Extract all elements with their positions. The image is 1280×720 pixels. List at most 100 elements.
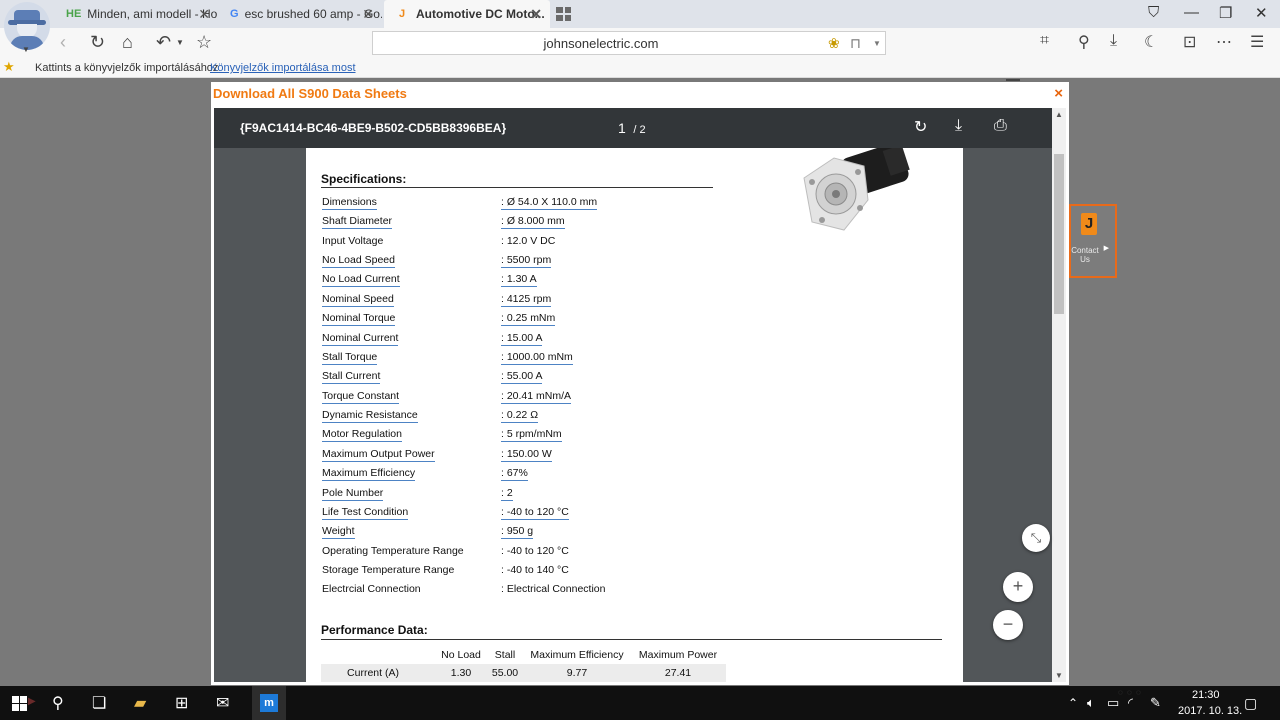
- pen-icon[interactable]: ✎: [1150, 695, 1161, 711]
- spec-value[interactable]: : Ø 8.000 mm: [501, 215, 565, 230]
- spec-label[interactable]: Dimensions: [322, 196, 377, 210]
- tab-close-icon[interactable]: ✕: [530, 6, 542, 23]
- scroll-up-icon[interactable]: ▲: [1055, 110, 1063, 119]
- mail-icon[interactable]: ✉: [216, 693, 229, 713]
- url-field[interactable]: johnsonelectric.com ❀ ⊓ ▼: [372, 31, 886, 55]
- spec-value[interactable]: : 55.00 A: [501, 370, 543, 385]
- zoom-out-icon[interactable]: −: [993, 610, 1023, 640]
- extensions-icon[interactable]: ⊡: [1183, 32, 1196, 52]
- spec-value: : 12.0 V DC: [501, 234, 556, 247]
- spec-label[interactable]: Nominal Torque: [322, 312, 396, 327]
- spec-label[interactable]: Maximum Efficiency: [322, 467, 416, 482]
- tab-automotive-dc-motors[interactable]: J Automotive DC Moto... ✕: [384, 0, 550, 28]
- home-icon[interactable]: ⌂: [122, 32, 133, 53]
- viewer-scrollbar[interactable]: ▲ ▼: [1052, 108, 1066, 682]
- scroll-thumb[interactable]: [1054, 154, 1064, 314]
- screenshot-icon[interactable]: ⌗: [1040, 32, 1049, 50]
- print-icon[interactable]: ⎙: [994, 117, 1007, 135]
- spec-label[interactable]: Pole Number: [322, 487, 384, 501]
- cortana-search-icon[interactable]: ⚲: [52, 693, 64, 713]
- spec-label[interactable]: Stall Current: [322, 370, 381, 385]
- fit-page-icon[interactable]: ⤡: [1022, 524, 1050, 552]
- spec-value[interactable]: : 2: [501, 487, 513, 501]
- avatar-caret-icon[interactable]: ▼: [22, 45, 30, 54]
- tray-expand-icon[interactable]: ⌃: [1068, 696, 1078, 710]
- spec-label[interactable]: Stall Torque: [322, 351, 378, 365]
- reading-view-icon[interactable]: ⛉: [1148, 4, 1159, 21]
- battery-icon[interactable]: ▭: [1107, 695, 1119, 711]
- spec-value[interactable]: : 5500 rpm: [501, 254, 552, 269]
- maximize-icon[interactable]: ❐: [1219, 4, 1232, 22]
- undo-icon[interactable]: ↶: [156, 32, 171, 53]
- file-explorer-icon[interactable]: ▰: [134, 693, 146, 713]
- performance-column-header: Maximum Power: [638, 649, 718, 661]
- favorite-star-icon[interactable]: ☆: [196, 32, 212, 53]
- wifi-icon[interactable]: ◜: [1128, 695, 1133, 711]
- windows-start-icon[interactable]: [12, 696, 27, 711]
- search-icon[interactable]: ⚲: [1078, 32, 1090, 52]
- url-dropdown-icon[interactable]: ▼: [873, 39, 881, 48]
- volume-icon[interactable]: 🔈︎: [1087, 695, 1095, 711]
- modal-title[interactable]: Download All S900 Data Sheets: [213, 86, 407, 101]
- spec-value[interactable]: : 67%: [501, 467, 528, 482]
- spec-label[interactable]: Weight: [322, 525, 355, 540]
- download-icon[interactable]: ⤓: [1110, 32, 1117, 50]
- bee-icon[interactable]: ❀: [828, 35, 840, 52]
- rotate-icon[interactable]: ↻: [914, 117, 927, 137]
- undo-caret-icon[interactable]: ▼: [176, 38, 184, 47]
- spec-value[interactable]: : 0.25 mNm: [501, 312, 556, 327]
- night-mode-icon[interactable]: ☾: [1144, 32, 1158, 52]
- user-avatar[interactable]: [4, 2, 50, 50]
- reader-mode-icon[interactable]: ⊓: [850, 35, 861, 52]
- spec-label[interactable]: Dynamic Resistance: [322, 409, 418, 424]
- bookmarks-import-link[interactable]: Könyvjelzők importálása most: [210, 62, 356, 74]
- spec-label[interactable]: Shaft Diameter: [322, 215, 393, 230]
- pdf-download-icon[interactable]: ⤓: [955, 117, 962, 135]
- reload-icon[interactable]: ↻: [90, 32, 105, 53]
- spec-value[interactable]: : 20.41 mNm/A: [501, 390, 572, 404]
- spec-label[interactable]: Maximum Output Power: [322, 448, 435, 462]
- spec-value[interactable]: : 0.22 Ω: [501, 409, 539, 424]
- more-icon[interactable]: ⋯: [1216, 32, 1232, 52]
- spec-value[interactable]: : 5 rpm/mNm: [501, 428, 562, 443]
- spec-value[interactable]: : -40 to 120 °C: [501, 506, 569, 520]
- spec-value: : -40 to 120 °C: [501, 544, 569, 557]
- zoom-in-icon[interactable]: +: [1003, 572, 1033, 602]
- spec-label[interactable]: Nominal Current: [322, 332, 399, 346]
- spec-label[interactable]: No Load Speed: [322, 254, 395, 269]
- tab-close-icon[interactable]: ✕: [198, 6, 210, 23]
- tab-overview-icon[interactable]: [556, 7, 571, 21]
- spec-value[interactable]: : 150.00 W: [501, 448, 552, 462]
- menu-icon[interactable]: ☰: [1250, 32, 1264, 52]
- contact-us-label: Contact Us: [1071, 246, 1099, 264]
- maxthon-browser-taskbar-button[interactable]: m: [252, 686, 286, 720]
- spec-value[interactable]: : 1000.00 mNm: [501, 351, 573, 365]
- spec-value[interactable]: : 15.00 A: [501, 332, 543, 346]
- store-icon[interactable]: ⊞: [175, 693, 188, 713]
- current-page[interactable]: 1: [618, 120, 626, 136]
- task-view-icon[interactable]: ❏: [92, 693, 106, 713]
- tab-close-icon[interactable]: ✕: [362, 6, 374, 23]
- tab-minden-ami-modell[interactable]: HE Minden, ami modell - Ho... ✕: [58, 0, 218, 28]
- scroll-down-icon[interactable]: ▼: [1055, 671, 1063, 680]
- clock-date[interactable]: 2017. 10. 13.: [1178, 705, 1242, 717]
- spec-value[interactable]: : 950 g: [501, 525, 534, 540]
- close-window-icon[interactable]: ✕: [1255, 4, 1268, 22]
- performance-column-header: Stall: [494, 649, 516, 661]
- spec-value[interactable]: : 1.30 A: [501, 273, 537, 288]
- modal-close-icon[interactable]: ×: [1054, 85, 1063, 102]
- clock-time[interactable]: 21:30: [1192, 689, 1220, 701]
- spec-label[interactable]: Life Test Condition: [322, 506, 409, 520]
- spec-value[interactable]: : Ø 54.0 X 110.0 mm: [501, 196, 598, 210]
- spec-label[interactable]: No Load Current: [322, 273, 400, 288]
- back-icon[interactable]: ‹: [60, 32, 66, 53]
- tab-esc-brushed-search[interactable]: G esc brushed 60 amp - Go... ✕: [222, 0, 382, 28]
- notifications-icon[interactable]: ▢: [1244, 695, 1257, 712]
- pdf-viewer: {F9AC1414-BC46-4BE9-B502-CD5BB8396BEA} 1…: [214, 108, 1066, 682]
- minimize-icon[interactable]: —: [1184, 4, 1199, 21]
- spec-value[interactable]: : 4125 rpm: [501, 293, 552, 307]
- spec-label[interactable]: Motor Regulation: [322, 428, 402, 443]
- spec-label[interactable]: Nominal Speed: [322, 293, 394, 307]
- spec-label[interactable]: Torque Constant: [322, 390, 400, 404]
- contact-us-widget[interactable]: J Contact Us ▶: [1069, 204, 1117, 278]
